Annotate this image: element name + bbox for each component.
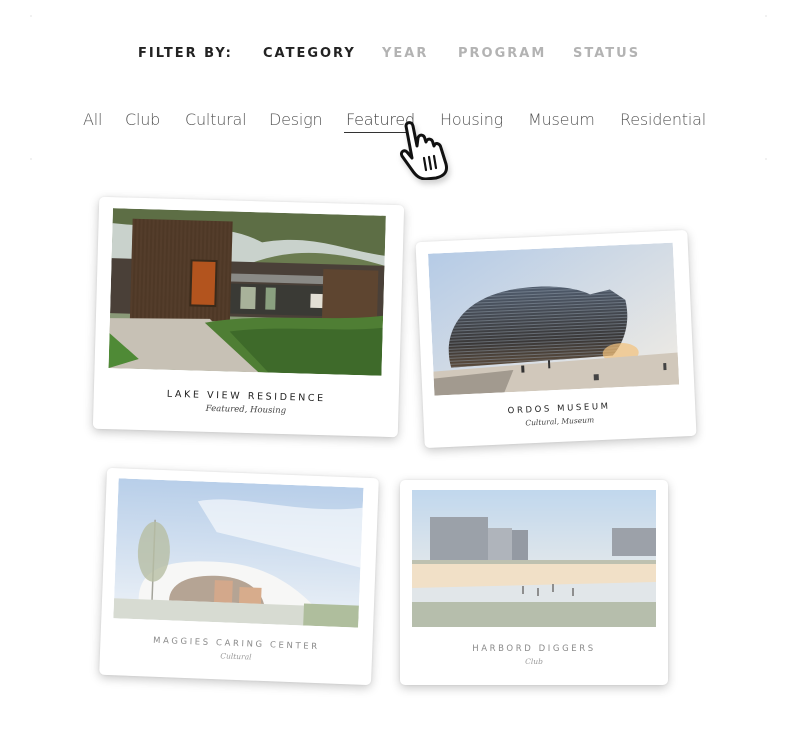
decorative-dot <box>765 15 767 17</box>
decorative-dot <box>30 158 32 160</box>
project-categories: Club <box>525 657 543 666</box>
category-design[interactable]: Design <box>269 109 323 131</box>
project-photo-harbord-diggers <box>412 490 656 627</box>
decorative-dot <box>765 158 767 160</box>
category-club[interactable]: Club <box>125 109 160 131</box>
portfolio-page: FILTER BY: CATEGORY YEAR PROGRAM STATUS … <box>0 0 796 736</box>
project-card-maggies-caring-center[interactable]: MAGGIES CARING CENTER Cultural <box>99 467 379 686</box>
category-residential[interactable]: Residential <box>620 109 706 131</box>
project-photo-maggies <box>113 478 364 628</box>
project-photo-lake-view <box>108 208 386 376</box>
decorative-dot <box>30 15 32 17</box>
tab-status[interactable]: STATUS <box>573 45 640 63</box>
tab-program[interactable]: PROGRAM <box>458 45 546 63</box>
project-card-harbord-diggers[interactable]: HARBORD DIGGERS Club <box>400 480 668 685</box>
category-all[interactable]: All <box>83 109 102 131</box>
filter-by-label: FILTER BY: <box>138 46 233 61</box>
project-card-ordos-museum[interactable]: ORDOS MUSEUM Cultural, Museum <box>415 229 697 449</box>
filter-bar: FILTER BY: CATEGORY YEAR PROGRAM STATUS <box>0 45 796 65</box>
project-card-lake-view-residence[interactable]: LAKE VIEW RESIDENCE Featured, Housing <box>92 196 405 438</box>
category-museum[interactable]: Museum <box>528 109 595 131</box>
tab-year[interactable]: YEAR <box>382 45 428 63</box>
project-title: HARBORD DIGGERS <box>472 644 596 654</box>
category-cultural[interactable]: Cultural <box>185 109 247 131</box>
project-photo-ordos-museum <box>427 242 680 396</box>
hand-pointer-icon <box>398 118 456 181</box>
tab-category[interactable]: CATEGORY <box>263 45 356 63</box>
